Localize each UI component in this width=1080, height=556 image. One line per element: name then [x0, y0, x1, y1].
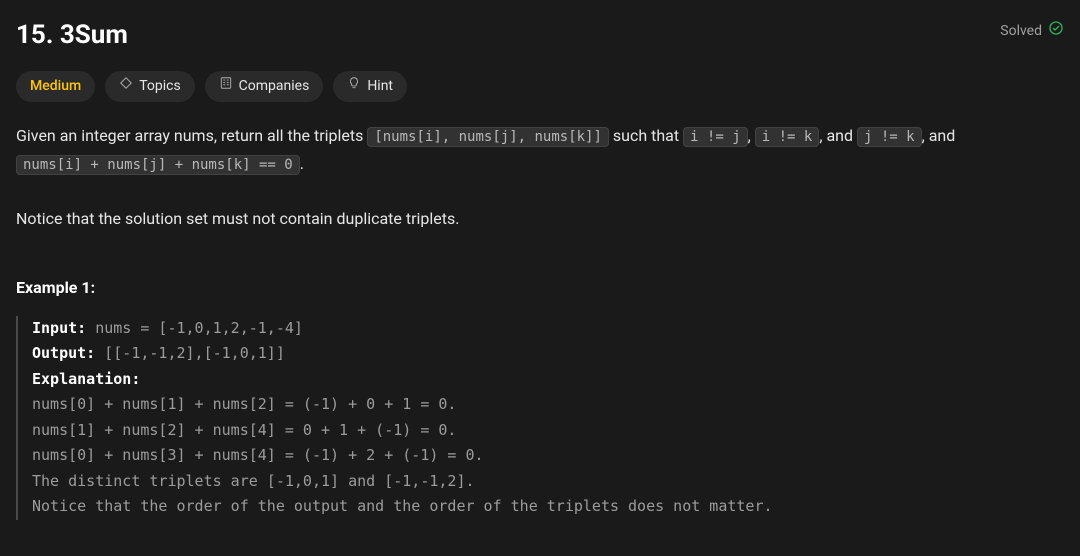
topics-label: Topics	[139, 76, 180, 97]
desc-text: , and	[819, 126, 857, 145]
tag-icon	[119, 76, 133, 97]
solved-check-icon	[1048, 20, 1064, 43]
hint-label: Hint	[367, 76, 393, 97]
building-icon	[219, 76, 233, 97]
desc-text: such that	[609, 126, 683, 145]
desc-text: .	[300, 154, 304, 173]
header-row: 15. 3Sum Solved	[16, 16, 1064, 55]
output-label: Output:	[32, 344, 95, 362]
input-value: nums = [-1,0,1,2,-1,-4]	[86, 319, 303, 337]
hint-button[interactable]: Hint	[333, 71, 407, 102]
code-inline: i != j	[683, 127, 748, 147]
code-inline: i != k	[755, 127, 820, 147]
explanation-label: Explanation:	[32, 370, 140, 388]
difficulty-label: Medium	[30, 76, 81, 97]
output-value: [[-1,-1,2],[-1,0,1]]	[95, 344, 285, 362]
solved-label: Solved	[1000, 21, 1042, 42]
input-label: Input:	[32, 319, 86, 337]
desc-text: ,	[748, 126, 755, 145]
companies-button[interactable]: Companies	[205, 71, 324, 102]
code-inline: nums[i] + nums[j] + nums[k] == 0	[16, 155, 300, 175]
problem-description: Given an integer array nums, return all …	[16, 122, 1064, 232]
example-block: Input: nums = [-1,0,1,2,-1,-4] Output: […	[16, 316, 1064, 520]
difficulty-badge: Medium	[16, 71, 95, 102]
problem-title: 15. 3Sum	[16, 16, 128, 55]
example-heading: Example 1:	[16, 276, 1064, 300]
solved-status: Solved	[1000, 20, 1064, 43]
desc-paragraph-1: Given an integer array nums, return all …	[16, 122, 1064, 178]
tags-row: Medium Topics Companies Hint	[16, 71, 1064, 102]
code-inline: j != k	[857, 127, 922, 147]
code-inline: [nums[i], nums[j], nums[k]]	[367, 127, 609, 147]
desc-text: Given an integer array nums, return all …	[16, 126, 367, 145]
lightbulb-icon	[347, 76, 361, 97]
topics-button[interactable]: Topics	[105, 71, 194, 102]
desc-text: , and	[922, 126, 956, 145]
companies-label: Companies	[239, 76, 310, 97]
desc-paragraph-2: Notice that the solution set must not co…	[16, 205, 1064, 232]
explanation-lines: nums[0] + nums[1] + nums[2] = (-1) + 0 +…	[32, 395, 773, 515]
